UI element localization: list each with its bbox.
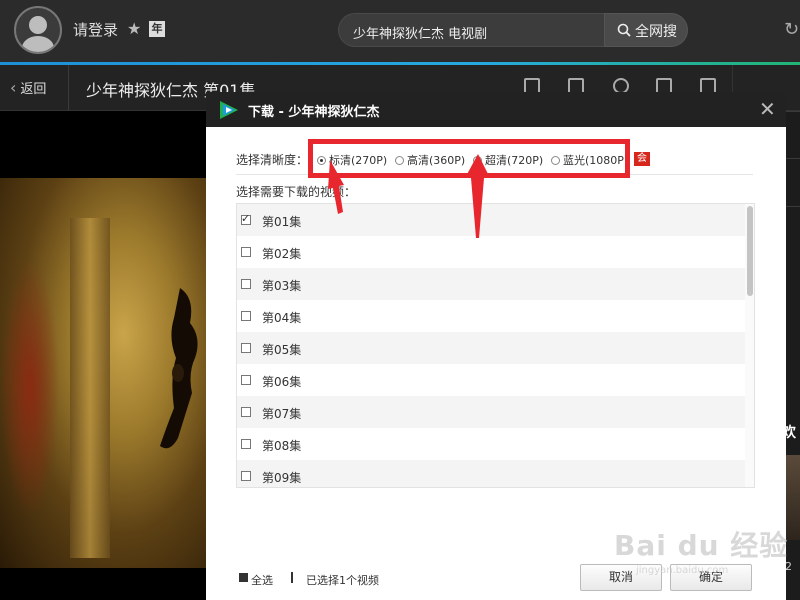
watermark-logo: Bai du 经验 [614,529,789,562]
annotation-arrows [328,154,490,238]
watermark-url: jingyan.baidu.com [636,565,729,576]
annotation-arrow [465,154,490,238]
annotation-arrow [328,160,344,214]
